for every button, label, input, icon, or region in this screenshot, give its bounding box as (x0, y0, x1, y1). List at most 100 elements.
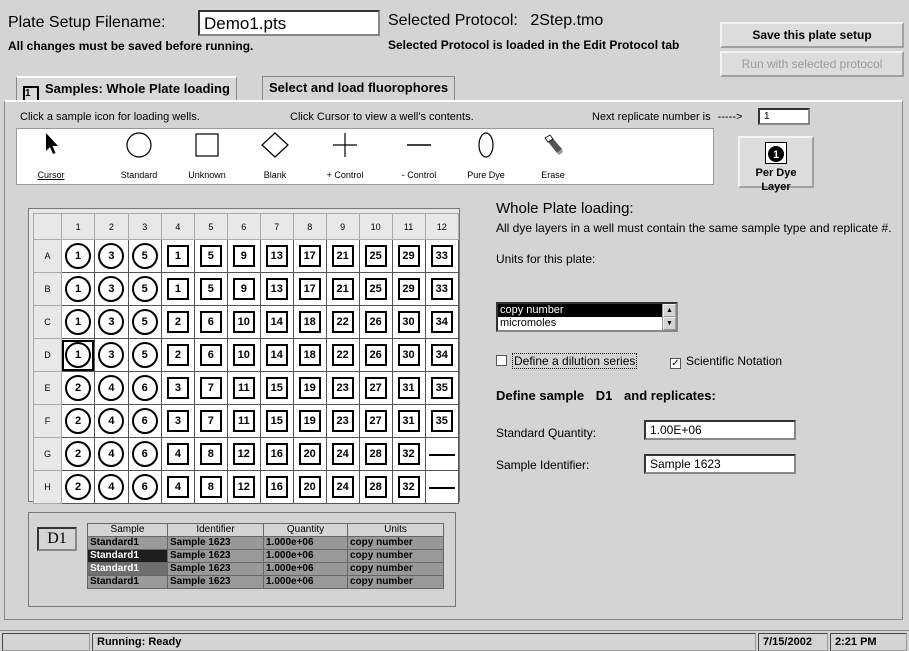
well-H12[interactable] (424, 470, 460, 504)
well-F8[interactable]: 19 (292, 404, 327, 438)
dilution-checkbox[interactable] (496, 355, 507, 366)
well-F1[interactable]: 2 (60, 404, 96, 438)
column-header[interactable]: 3 (127, 213, 162, 240)
filename-input[interactable]: Demo1.pts (198, 10, 380, 36)
well-H7[interactable]: 16 (259, 470, 294, 504)
scroll-up-icon[interactable]: ▲ (663, 304, 676, 317)
well-E9[interactable]: 23 (325, 371, 360, 405)
tool-cursor[interactable]: Cursor (29, 131, 73, 183)
well-G12[interactable] (424, 437, 460, 471)
tool-minus-control[interactable]: - Control (391, 131, 447, 183)
column-header[interactable]: 7 (259, 213, 294, 240)
well-B1[interactable]: 1 (60, 272, 96, 306)
well-F10[interactable]: 27 (358, 404, 393, 438)
well-G1[interactable]: 2 (60, 437, 96, 471)
well-F6[interactable]: 11 (226, 404, 261, 438)
well-C11[interactable]: 30 (391, 305, 426, 339)
well-F11[interactable]: 31 (391, 404, 426, 438)
well-H8[interactable]: 20 (292, 470, 327, 504)
well-G11[interactable]: 32 (391, 437, 426, 471)
column-header[interactable]: 2 (94, 213, 129, 240)
well-F9[interactable]: 23 (325, 404, 360, 438)
column-header[interactable]: 4 (160, 213, 195, 240)
well-D1[interactable]: 1 (60, 338, 96, 372)
well-D3[interactable]: 5 (127, 338, 162, 372)
well-D4[interactable]: 2 (160, 338, 195, 372)
well-C8[interactable]: 18 (292, 305, 327, 339)
well-E11[interactable]: 31 (391, 371, 426, 405)
well-B10[interactable]: 25 (358, 272, 393, 306)
well-D9[interactable]: 22 (325, 338, 360, 372)
row-header[interactable]: E (33, 371, 62, 405)
well-G5[interactable]: 8 (193, 437, 228, 471)
tab-fluorophores[interactable]: Select and load fluorophores (262, 76, 456, 100)
well-C5[interactable]: 6 (193, 305, 228, 339)
well-E8[interactable]: 19 (292, 371, 327, 405)
next-replicate-input[interactable]: 1 (758, 108, 810, 125)
row-header[interactable]: F (33, 404, 62, 438)
sci-notation-checkbox[interactable]: ✓ (670, 358, 681, 369)
well-A4[interactable]: 1 (160, 239, 195, 273)
well-C1[interactable]: 1 (60, 305, 96, 339)
run-protocol-button[interactable]: Run with selected protocol (720, 51, 904, 77)
well-B9[interactable]: 21 (325, 272, 360, 306)
well-D5[interactable]: 6 (193, 338, 228, 372)
well-E6[interactable]: 11 (226, 371, 261, 405)
column-header[interactable]: 9 (325, 213, 360, 240)
tab-samples[interactable]: 1 Samples: Whole Plate loading (16, 76, 237, 102)
well-H9[interactable]: 24 (325, 470, 360, 504)
well-B5[interactable]: 5 (193, 272, 228, 306)
row-header[interactable]: D (33, 338, 62, 372)
row-header[interactable]: C (33, 305, 62, 339)
tool-pure-dye[interactable]: Pure Dye (461, 131, 511, 183)
well-D7[interactable]: 14 (259, 338, 294, 372)
tool-erase[interactable]: Erase (531, 131, 575, 183)
units-option-copy-number[interactable]: copy number (498, 304, 662, 317)
well-E10[interactable]: 27 (358, 371, 393, 405)
well-D10[interactable]: 26 (358, 338, 393, 372)
well-C12[interactable]: 34 (424, 305, 460, 339)
well-G3[interactable]: 6 (127, 437, 162, 471)
well-H1[interactable]: 2 (60, 470, 96, 504)
well-C4[interactable]: 2 (160, 305, 195, 339)
well-D2[interactable]: 3 (94, 338, 129, 372)
well-H5[interactable]: 8 (193, 470, 228, 504)
well-A2[interactable]: 3 (94, 239, 129, 273)
well-H11[interactable]: 32 (391, 470, 426, 504)
well-G9[interactable]: 24 (325, 437, 360, 471)
well-D8[interactable]: 18 (292, 338, 327, 372)
dilution-checkbox-row[interactable]: Define a dilution series (496, 353, 638, 369)
well-F5[interactable]: 7 (193, 404, 228, 438)
column-header[interactable]: 10 (358, 213, 393, 240)
tool-plus-control[interactable]: + Control (317, 131, 373, 183)
well-D11[interactable]: 30 (391, 338, 426, 372)
well-B3[interactable]: 5 (127, 272, 162, 306)
well-B4[interactable]: 1 (160, 272, 195, 306)
well-E5[interactable]: 7 (193, 371, 228, 405)
units-listbox[interactable]: copy number micromoles ▲ ▼ (496, 302, 678, 332)
sci-notation-checkbox-row[interactable]: ✓ Scientific Notation (670, 354, 782, 369)
well-H6[interactable]: 12 (226, 470, 261, 504)
row-header[interactable]: G (33, 437, 62, 471)
well-E1[interactable]: 2 (60, 371, 96, 405)
well-E12[interactable]: 35 (424, 371, 460, 405)
well-H4[interactable]: 4 (160, 470, 195, 504)
well-F4[interactable]: 3 (160, 404, 195, 438)
well-G6[interactable]: 12 (226, 437, 261, 471)
well-A8[interactable]: 17 (292, 239, 327, 273)
standard-quantity-input[interactable]: 1.00E+06 (644, 420, 796, 440)
column-header[interactable]: 8 (292, 213, 327, 240)
well-B2[interactable]: 3 (94, 272, 129, 306)
well-D12[interactable]: 34 (424, 338, 460, 372)
sample-identifier-input[interactable]: Sample 1623 (644, 454, 796, 474)
row-header[interactable]: A (33, 239, 62, 273)
well-G2[interactable]: 4 (94, 437, 129, 471)
per-dye-layer-button[interactable]: 1 Per Dye Layer (738, 136, 814, 193)
well-B8[interactable]: 17 (292, 272, 327, 306)
well-A12[interactable]: 33 (424, 239, 460, 273)
well-B11[interactable]: 29 (391, 272, 426, 306)
well-C10[interactable]: 26 (358, 305, 393, 339)
well-G10[interactable]: 28 (358, 437, 393, 471)
well-C2[interactable]: 3 (94, 305, 129, 339)
tool-unknown[interactable]: Unknown (179, 131, 235, 183)
